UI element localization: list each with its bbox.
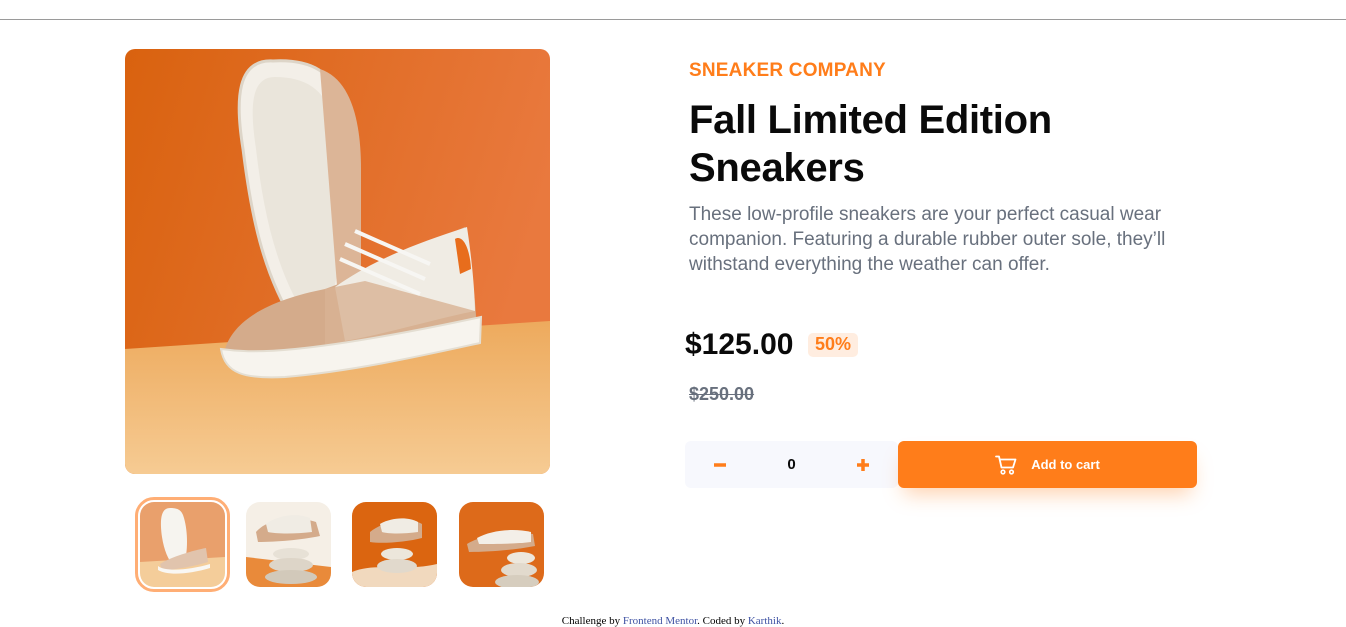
- thumbnail-2[interactable]: [246, 502, 331, 587]
- sneaker-photo: [125, 49, 550, 474]
- decrease-quantity-button[interactable]: [685, 441, 755, 488]
- quantity-stepper: 0: [685, 441, 898, 488]
- top-divider: [0, 19, 1346, 20]
- quantity-value: 0: [787, 456, 796, 473]
- discount-badge: 50%: [808, 333, 859, 357]
- thumbnail-4-image: [459, 502, 544, 587]
- thumbnail-3-image: [352, 502, 437, 587]
- minus-icon: [714, 462, 726, 467]
- frontend-mentor-link[interactable]: Frontend Mentor: [623, 615, 697, 627]
- thumbnail-2-image: [246, 502, 331, 587]
- cart-icon: [995, 455, 1017, 475]
- thumbnail-1-image: [140, 502, 225, 587]
- attribution-prefix: Challenge by: [561, 615, 623, 627]
- thumbnail-3[interactable]: [352, 502, 437, 587]
- thumbnail-1[interactable]: [135, 497, 230, 592]
- main-product-image[interactable]: [125, 49, 550, 474]
- attribution: Challenge by Frontend Mentor. Coded by K…: [0, 615, 1346, 627]
- product-description: These low-profile sneakers are your perf…: [689, 204, 1166, 275]
- thumbnail-4[interactable]: [459, 502, 544, 587]
- original-price: $250.00: [689, 384, 755, 404]
- author-link[interactable]: Karthik: [748, 615, 782, 627]
- increase-quantity-button[interactable]: [828, 441, 898, 488]
- product-title: Fall Limited Edition Sneakers: [689, 98, 1052, 190]
- company-name: SNEAKER COMPANY: [689, 60, 886, 81]
- plus-icon: [857, 458, 869, 471]
- add-to-cart-button[interactable]: Add to cart: [898, 441, 1197, 488]
- add-to-cart-label: Add to cart: [1031, 457, 1100, 472]
- current-price: $125.00: [685, 328, 794, 361]
- attribution-suffix: .: [781, 615, 785, 627]
- attribution-middle: . Coded by: [697, 615, 748, 627]
